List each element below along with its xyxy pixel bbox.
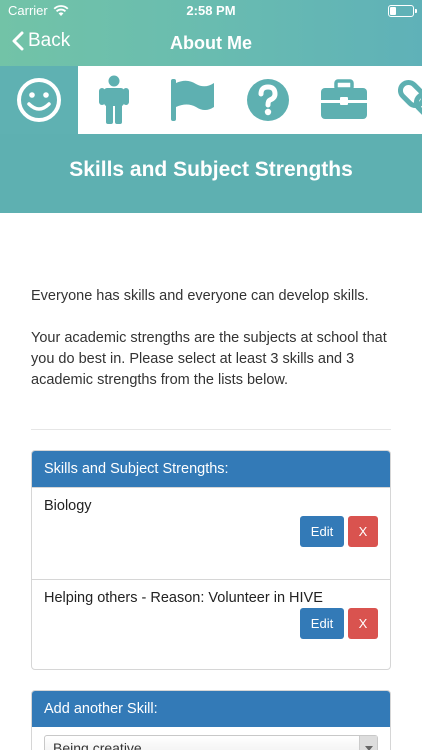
smiley-icon (17, 78, 61, 122)
edit-button[interactable]: Edit (300, 516, 344, 547)
chevron-down-icon (359, 736, 377, 750)
flag-icon (171, 79, 214, 121)
add-skill-panel: Add another Skill: Being creative (31, 690, 391, 750)
intro-paragraph-1: Everyone has skills and everyone can dev… (31, 288, 369, 304)
person-icon (99, 75, 129, 124)
tab-questions[interactable] (229, 66, 307, 134)
link-icon (398, 79, 422, 121)
skill-select-value: Being creative (53, 740, 142, 750)
tab-about-me[interactable] (0, 66, 78, 134)
delete-button[interactable]: X (348, 608, 378, 639)
delete-button[interactable]: X (348, 516, 378, 547)
list-item: Helping others - Reason: Volunteer in HI… (32, 579, 390, 669)
tab-goals[interactable] (153, 66, 231, 134)
question-icon (247, 79, 289, 121)
top-bar: Carrier 2:58 PM Back About Me (0, 0, 422, 66)
intro-text: Everyone has skills and everyone can dev… (31, 286, 401, 391)
section-banner: Skills and Subject Strengths (0, 134, 422, 213)
section-tabs (0, 66, 422, 134)
page-title: About Me (170, 33, 252, 53)
skill-select[interactable]: Being creative (44, 735, 378, 750)
list-item: Biology Edit X (32, 487, 390, 579)
add-skill-heading: Add another Skill: (32, 691, 390, 727)
edit-button[interactable]: Edit (300, 608, 344, 639)
tab-links[interactable] (382, 66, 422, 134)
battery-icon (388, 5, 417, 17)
section-title: Skills and Subject Strengths (69, 158, 353, 181)
tab-work[interactable] (305, 66, 383, 134)
divider (31, 429, 391, 430)
strengths-panel: Skills and Subject Strengths: Biology Ed… (31, 450, 391, 670)
briefcase-icon (321, 79, 367, 119)
strength-label: Biology (44, 498, 92, 514)
nav-bar: Back About Me (0, 22, 422, 66)
status-bar: Carrier 2:58 PM (0, 0, 422, 22)
strength-label: Helping others - Reason: Volunteer in HI… (44, 590, 323, 606)
tab-personal[interactable] (75, 66, 153, 134)
strengths-panel-heading: Skills and Subject Strengths: (32, 451, 390, 487)
status-time: 2:58 PM (186, 3, 236, 18)
intro-paragraph-2: Your academic strengths are the subjects… (31, 330, 387, 388)
